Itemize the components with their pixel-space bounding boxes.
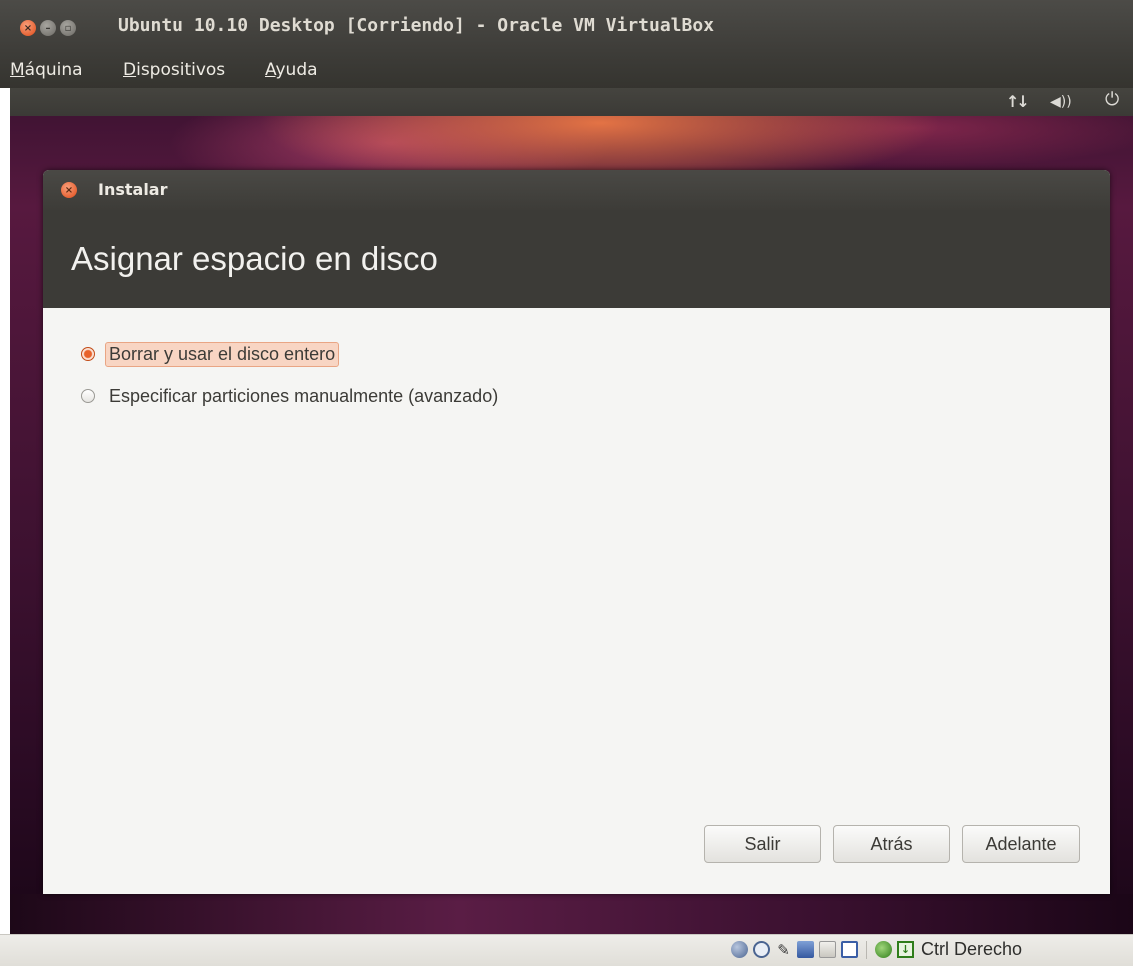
- vbox-titlebar: × – ▫ Ubuntu 10.10 Desktop [Corriendo] -…: [0, 0, 1133, 58]
- page-title: Asignar espacio en disco: [71, 240, 438, 277]
- display-icon[interactable]: [841, 941, 858, 958]
- window-close-icon[interactable]: ×: [20, 20, 36, 36]
- vbox-statusbar: ✎ ↓ Ctrl Derecho: [0, 934, 1133, 966]
- shared-folder-icon[interactable]: [819, 941, 836, 958]
- window-title: Ubuntu 10.10 Desktop [Corriendo] - Oracl…: [118, 15, 715, 36]
- installer-header: Asignar espacio en disco: [43, 210, 1110, 308]
- menu-ayuda[interactable]: Ayuda: [265, 58, 318, 88]
- option-manual-partitions[interactable]: Especificar particiones manualmente (ava…: [81, 382, 502, 410]
- back-button[interactable]: Atrás: [833, 825, 950, 863]
- usb-icon[interactable]: ✎: [775, 941, 792, 959]
- virtualization-icon: [875, 941, 892, 958]
- close-icon[interactable]: ×: [61, 182, 77, 198]
- quit-button[interactable]: Salir: [704, 825, 821, 863]
- volume-icon[interactable]: ◀)): [1050, 93, 1072, 111]
- forward-button[interactable]: Adelante: [962, 825, 1080, 863]
- radio-unchecked-icon[interactable]: [81, 389, 95, 403]
- radio-checked-icon[interactable]: [81, 347, 95, 361]
- option-erase-disk[interactable]: Borrar y usar el disco entero: [81, 340, 340, 368]
- installer-titlebar: × Instalar: [43, 170, 1110, 210]
- power-icon[interactable]: ⏻: [1105, 91, 1119, 109]
- desktop-wallpaper-band: [10, 894, 1133, 934]
- host-key-label: Ctrl Derecho: [921, 939, 1023, 959]
- installer-content: Borrar y usar el disco entero Especifica…: [43, 308, 1110, 894]
- installer-window-title: Instalar: [98, 180, 168, 199]
- status-divider: [866, 941, 867, 959]
- menu-maquina[interactable]: Máquina: [10, 58, 83, 88]
- optical-drive-icon[interactable]: [753, 941, 770, 958]
- option-erase-disk-label[interactable]: Borrar y usar el disco entero: [105, 341, 340, 367]
- window-maximize-icon[interactable]: ▫: [60, 20, 76, 36]
- network-icon[interactable]: ↑↓: [1006, 93, 1030, 111]
- installer-dialog: × Instalar Asignar espacio en disco Borr…: [43, 170, 1110, 894]
- mouse-integration-icon[interactable]: ↓: [897, 941, 914, 958]
- menu-dispositivos[interactable]: Dispositivos: [123, 58, 225, 88]
- window-minimize-icon[interactable]: –: [40, 20, 56, 36]
- hard-disk-icon[interactable]: [731, 941, 748, 958]
- network-adapter-icon[interactable]: [797, 941, 814, 958]
- guest-top-panel: ↑↓ ◀)) ⏻: [10, 88, 1133, 116]
- vbox-menubar: Máquina Dispositivos Ayuda: [0, 58, 1133, 88]
- option-manual-partitions-label[interactable]: Especificar particiones manualmente (ava…: [105, 384, 502, 409]
